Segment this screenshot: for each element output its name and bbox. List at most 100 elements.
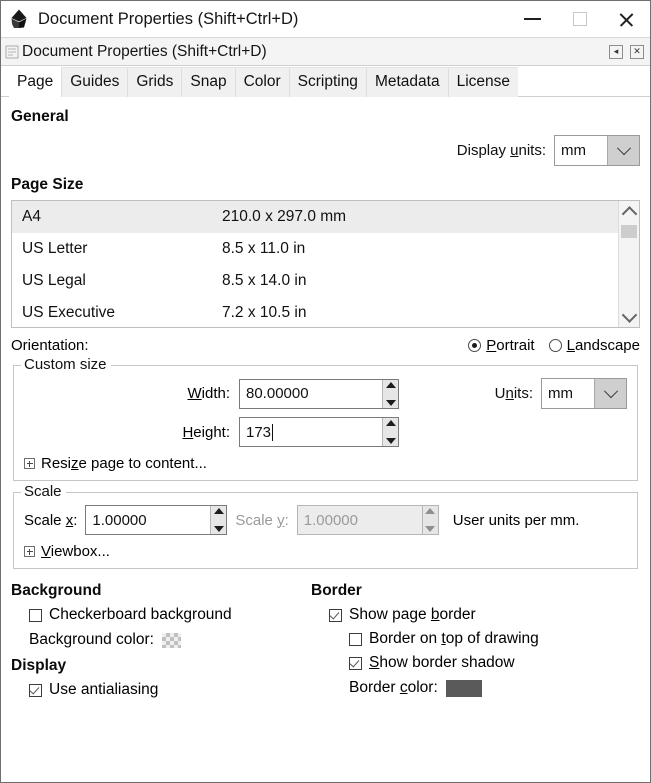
units-value: mm — [542, 379, 594, 408]
scale-row: Scale x: 1.00000 Scale y: 1.00000 User u… — [24, 505, 627, 535]
height-input[interactable]: 173 — [239, 417, 399, 447]
stepper-down-icon[interactable] — [385, 438, 396, 444]
checkbox-indicator — [29, 683, 42, 697]
tab-page[interactable]: Page — [9, 68, 62, 97]
viewbox-expander[interactable]: Viewbox... — [24, 543, 627, 560]
scroll-down-button[interactable] — [619, 306, 639, 325]
scale-units-suffix: User units per mm. — [452, 511, 580, 529]
dock-header: Document Properties (Shift+Ctrl+D) ◂ ✕ — [1, 37, 650, 66]
page-size-row-a4[interactable]: A4 210.0 x 297.0 mm — [12, 201, 618, 233]
general-heading: General — [11, 108, 69, 125]
stepper-up-icon[interactable] — [385, 420, 396, 426]
page-size-list-container: A4 210.0 x 297.0 mm US Letter 8.5 x 11.0… — [11, 200, 640, 328]
checkbox-show-page-border[interactable]: Show page border — [311, 606, 640, 624]
dock-title: Document Properties (Shift+Ctrl+D) — [22, 42, 267, 60]
scrollbar-thumb[interactable] — [621, 225, 637, 238]
tab-license[interactable]: License — [447, 67, 519, 97]
page-tab-content: General Display units: mm Page Size A4 2… — [1, 97, 650, 699]
page-size-scrollbar[interactable] — [618, 201, 639, 327]
page-size-row-us-legal[interactable]: US Legal 8.5 x 14.0 in — [12, 265, 618, 297]
border-color-label: Border color: — [349, 679, 438, 696]
border-on-top-label: Border on top of drawing — [369, 630, 539, 647]
width-input[interactable]: 80.00000 — [239, 378, 399, 409]
tab-guides[interactable]: Guides — [61, 67, 128, 97]
close-button[interactable] — [603, 1, 650, 37]
page-size-dimensions: 7.2 x 10.5 in — [222, 304, 307, 321]
checkbox-border-on-top[interactable]: Border on top of drawing — [311, 630, 640, 648]
bottom-columns: Background Checkerboard background Backg… — [11, 579, 640, 699]
scale-x-label: Scale x: — [24, 511, 78, 529]
document-properties-icon — [5, 45, 19, 59]
stepper-down-icon[interactable] — [385, 399, 396, 406]
display-units-combo[interactable]: mm — [554, 135, 640, 166]
minimize-button[interactable] — [509, 1, 556, 37]
stepper-down-icon — [425, 526, 436, 532]
chevron-down-icon — [616, 140, 631, 155]
page-size-row-us-letter[interactable]: US Letter 8.5 x 11.0 in — [12, 233, 618, 265]
radio-landscape[interactable]: Landscape — [548, 337, 640, 354]
page-size-row-us-executive[interactable]: US Executive 7.2 x 10.5 in — [12, 297, 618, 327]
checkerboard-background-label: Checkerboard background — [49, 606, 232, 623]
resize-page-to-content-expander[interactable]: Resize page to content... — [24, 455, 627, 472]
page-size-dimensions: 8.5 x 11.0 in — [222, 240, 306, 257]
chevron-down-icon — [621, 306, 637, 323]
stepper-up-icon[interactable] — [385, 381, 396, 388]
tab-metadata[interactable]: Metadata — [365, 67, 448, 97]
checkbox-indicator — [329, 608, 342, 622]
page-size-name: US Executive — [22, 304, 116, 321]
scale-x-value: 1.00000 — [92, 511, 147, 529]
page-size-list[interactable]: A4 210.0 x 297.0 mm US Letter 8.5 x 11.0… — [12, 201, 618, 327]
inkscape-logo-icon — [8, 8, 30, 30]
units-combo[interactable]: mm — [541, 378, 627, 409]
units-group: Units: mm — [495, 378, 627, 409]
display-units-dropdown-button[interactable] — [607, 136, 639, 165]
maximize-button[interactable] — [556, 1, 603, 37]
show-page-border-label: Show page border — [349, 606, 476, 623]
tab-bar: Page Guides Grids Snap Color Scripting M… — [1, 66, 650, 97]
display-units-label: Display units: — [456, 142, 546, 159]
resize-page-to-content-label: Resize page to content... — [41, 455, 207, 472]
border-color-swatch[interactable] — [445, 679, 482, 697]
page-size-heading: Page Size — [11, 176, 84, 193]
orientation-options: Portrait Landscape — [468, 337, 640, 354]
minimize-icon — [524, 18, 541, 20]
tab-grids[interactable]: Grids — [127, 67, 182, 97]
viewbox-label: Viewbox... — [41, 543, 110, 560]
radio-portrait[interactable]: Portrait — [468, 337, 535, 354]
width-stepper[interactable] — [382, 379, 398, 408]
stepper-down-icon[interactable] — [213, 526, 224, 532]
checkbox-indicator — [349, 656, 362, 670]
height-label: Height: — [182, 423, 230, 441]
page-size-name: US Letter — [22, 240, 88, 257]
stepper-up-icon[interactable] — [213, 508, 224, 514]
tab-scripting[interactable]: Scripting — [288, 67, 366, 97]
scale-x-input[interactable]: 1.00000 — [85, 505, 228, 535]
scale-x-stepper[interactable] — [210, 506, 227, 534]
tab-snap[interactable]: Snap — [181, 67, 235, 97]
page-size-dimensions: 210.0 x 297.0 mm — [222, 208, 347, 225]
checkbox-indicator — [349, 632, 362, 646]
dock-collapse-button[interactable]: ◂ — [609, 44, 623, 59]
display-units-value: mm — [555, 136, 607, 165]
radio-portrait-label: Portrait — [486, 337, 535, 354]
units-dropdown-button[interactable] — [594, 379, 626, 408]
expander-plus-icon — [24, 458, 35, 469]
page-size-name: A4 — [22, 208, 41, 225]
maximize-icon — [572, 12, 587, 26]
checkbox-checkerboard-background[interactable]: Checkerboard background — [11, 606, 311, 624]
height-row: Height: 173 — [24, 417, 627, 447]
window-title: Document Properties (Shift+Ctrl+D) — [38, 9, 299, 28]
expander-plus-icon — [24, 546, 35, 557]
checkbox-show-border-shadow[interactable]: Show border shadow — [311, 654, 640, 672]
background-color-swatch[interactable] — [161, 632, 181, 648]
orientation-label: Orientation: — [11, 337, 89, 354]
width-label: Width: — [187, 385, 230, 402]
checkbox-use-antialiasing[interactable]: Use antialiasing — [11, 681, 311, 699]
background-heading: Background — [11, 582, 102, 599]
custom-size-group: Custom size Width: 80.00000 Units: mm He… — [13, 356, 638, 481]
dock-close-button[interactable]: ✕ — [630, 44, 644, 59]
height-stepper[interactable] — [382, 418, 398, 446]
tab-color[interactable]: Color — [234, 67, 289, 97]
scroll-up-button[interactable] — [619, 203, 639, 222]
show-border-shadow-label: Show border shadow — [369, 654, 515, 671]
